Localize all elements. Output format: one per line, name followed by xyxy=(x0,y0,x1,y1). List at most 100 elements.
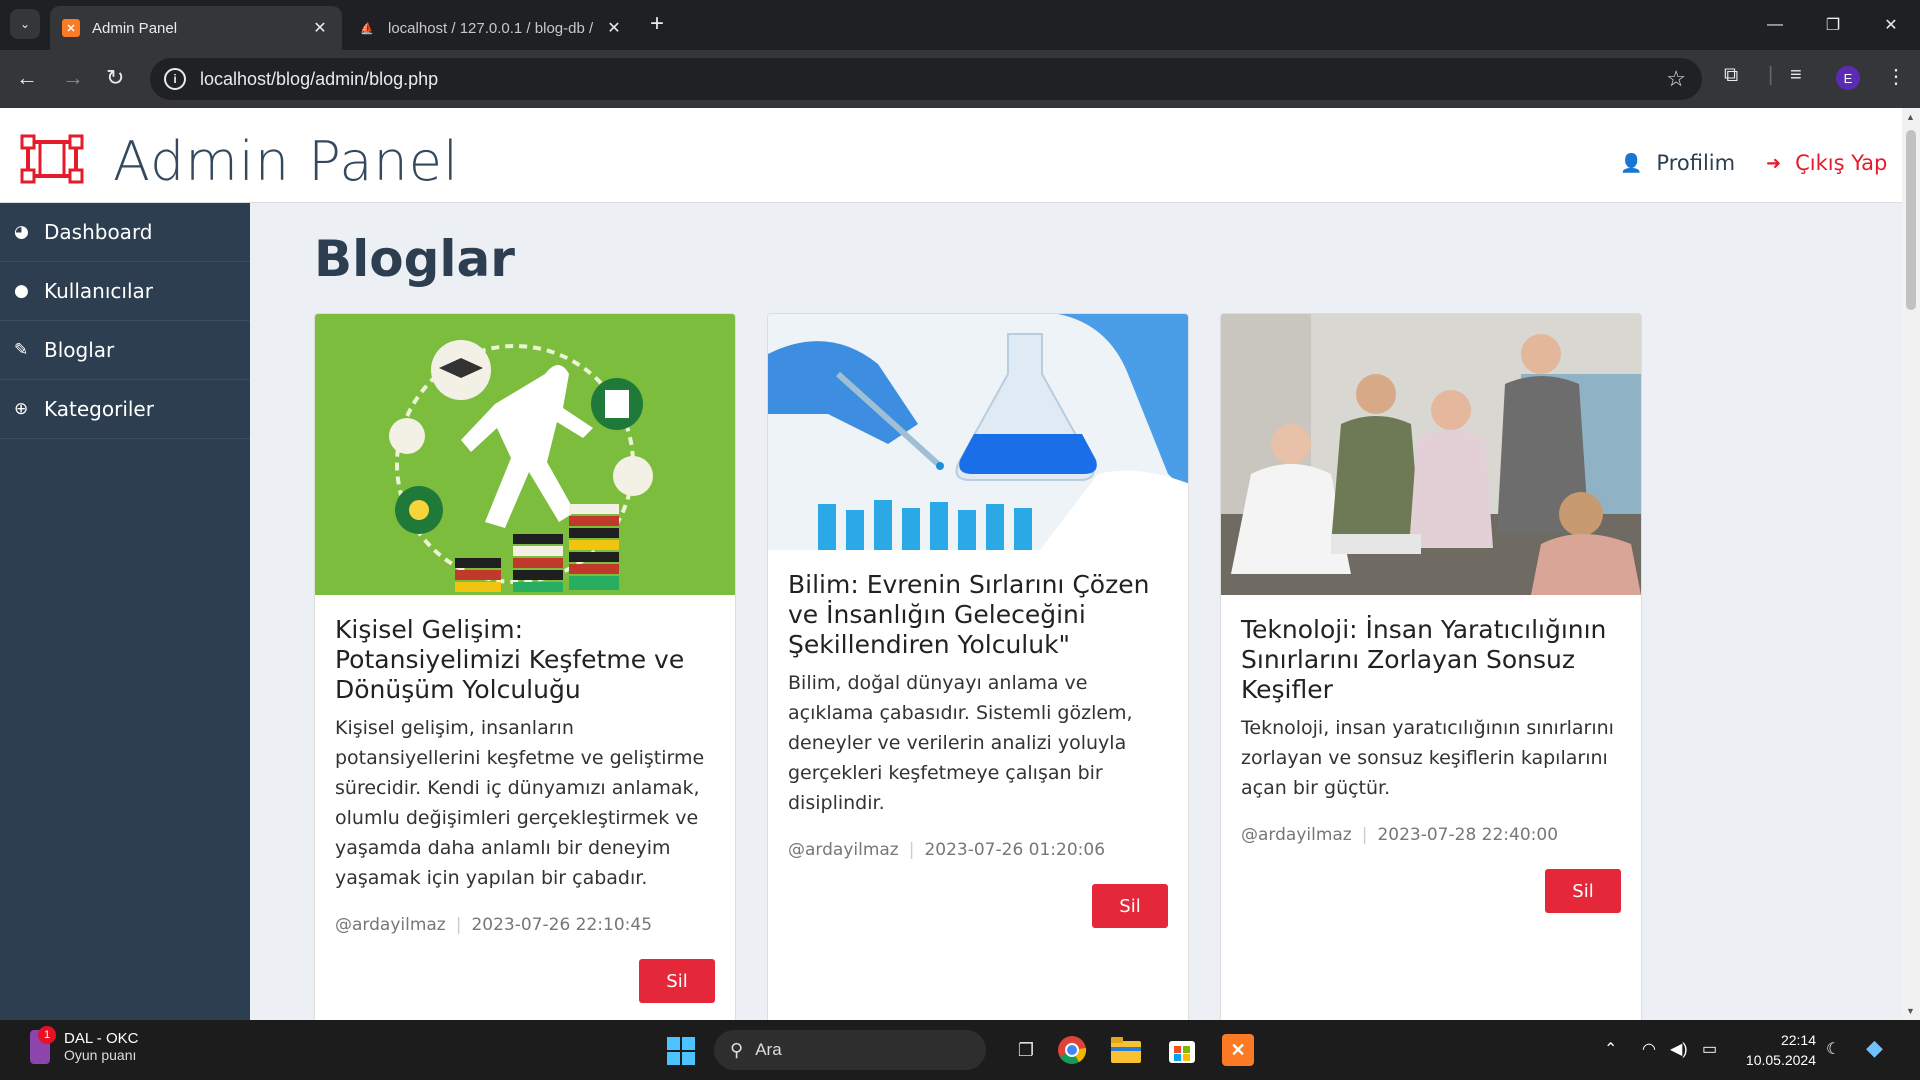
delete-button[interactable]: Sil xyxy=(639,959,715,1003)
plus-circle-icon: ⊕ xyxy=(14,399,29,419)
blog-image-science xyxy=(768,314,1188,550)
extensions-icon[interactable]: ⧉ xyxy=(1724,64,1738,87)
store-icon[interactable] xyxy=(1166,1034,1198,1066)
search-icon: ⚲ xyxy=(730,1039,744,1060)
page-scrollbar[interactable]: ▲ ▼ xyxy=(1902,108,1920,1020)
sidebar: ◕ Dashboard ● Kullanıcılar ✎ Bloglar ⊕ K… xyxy=(0,203,250,1020)
file-explorer-icon[interactable] xyxy=(1110,1034,1142,1066)
meta-separator: | xyxy=(455,915,462,935)
new-tab-button[interactable]: + xyxy=(650,12,664,36)
blog-author: @ardayilmaz xyxy=(1241,825,1352,845)
admin-logo-icon[interactable] xyxy=(20,134,84,184)
windows-start-icon[interactable] xyxy=(667,1037,695,1065)
xampp-favicon-icon: ✕ xyxy=(62,19,80,37)
close-window-icon[interactable]: ✕ xyxy=(1862,0,1920,50)
sidebar-item-users[interactable]: ● Kullanıcılar xyxy=(0,262,250,321)
blog-title: Bilim: Evrenin Sırlarını Çözen ve İnsanl… xyxy=(788,570,1150,659)
tab-title: localhost / 127.0.0.1 / blog-db / xyxy=(388,19,594,37)
blog-meta: @ardayilmaz | 2023-07-26 01:20:06 xyxy=(788,840,1168,860)
widget-subtitle: Oyun puanı xyxy=(64,1047,137,1063)
delete-button[interactable]: Sil xyxy=(1092,884,1168,928)
tab-admin-panel[interactable]: ✕ Admin Panel ✕ xyxy=(50,6,342,50)
profile-avatar[interactable]: E xyxy=(1836,66,1860,90)
user-icon: 👤 xyxy=(1620,152,1643,174)
taskbar-search-label: Ara xyxy=(755,1040,782,1059)
browser-menu-icon[interactable]: ⋮ xyxy=(1886,64,1906,89)
main-content: Bloglar Kişisel Gelişim: Potansiyelimizi… xyxy=(250,203,1902,1020)
blog-title: Kişisel Gelişim: Potansiyelimizi Keşfetm… xyxy=(335,615,685,704)
clock-time: 22:14 xyxy=(1780,1032,1816,1048)
tab-phpmyadmin[interactable]: ⛵ localhost / 127.0.0.1 / blog-db / ✕ xyxy=(346,6,636,50)
restore-icon[interactable]: ❐ xyxy=(1804,0,1862,50)
clock-date: 10.05.2024 xyxy=(1745,1052,1816,1068)
notification-badge: 1 xyxy=(38,1026,56,1044)
blog-date: 2023-07-26 22:10:45 xyxy=(471,915,653,935)
toolbar-divider: | xyxy=(1768,64,1774,86)
bookmark-star-icon[interactable]: ☆ xyxy=(1666,66,1686,92)
sidebar-item-dashboard[interactable]: ◕ Dashboard xyxy=(0,203,250,262)
chrome-icon[interactable] xyxy=(1056,1034,1088,1066)
site-info-icon[interactable]: i xyxy=(164,68,186,90)
blog-date: 2023-07-28 22:40:00 xyxy=(1377,825,1559,845)
close-tab-icon[interactable]: ✕ xyxy=(310,18,330,38)
scroll-up-icon[interactable]: ▲ xyxy=(1906,112,1915,122)
logout-link-label: Çıkış Yap xyxy=(1795,151,1888,175)
taskbar-search[interactable]: ⚲ Ara xyxy=(714,1030,986,1070)
task-view-icon[interactable]: ❐ xyxy=(1010,1034,1042,1066)
browser-toolbar: ← → ↻ i localhost/blog/admin/blog.php ☆ … xyxy=(0,50,1920,108)
blog-card: Bilim: Evrenin Sırlarını Çözen ve İnsanl… xyxy=(767,313,1189,1020)
sports-widget-icon: 1 xyxy=(30,1026,56,1064)
dashboard-icon: ◕ xyxy=(14,222,29,242)
widgets-button[interactable]: 1 DAL - OKC Oyun puanı xyxy=(30,1026,138,1064)
sidebar-item-label: Dashboard xyxy=(44,220,153,244)
os-taskbar: 1 DAL - OKC Oyun puanı ⚲ Ara ❐ ✕ ⌃ ◠ ◀) … xyxy=(0,1020,1920,1080)
blog-title: Teknoloji: İnsan Yaratıcılığının Sınırla… xyxy=(1241,615,1607,704)
tab-title: Admin Panel xyxy=(92,19,178,37)
pencil-icon: ✎ xyxy=(14,340,29,360)
media-control-icon[interactable]: ≡ xyxy=(1790,64,1802,87)
scrollbar-thumb[interactable] xyxy=(1906,130,1916,310)
address-bar[interactable]: i localhost/blog/admin/blog.php ☆ xyxy=(150,58,1702,100)
back-arrow-icon[interactable]: ← xyxy=(16,66,38,90)
blog-excerpt: Teknoloji, insan yaratıcılığının sınırla… xyxy=(1241,717,1614,799)
sign-out-icon: ➜ xyxy=(1766,152,1782,174)
page-title: Bloglar xyxy=(314,230,515,288)
copilot-icon[interactable]: ◆ xyxy=(1866,1035,1883,1061)
profile-link[interactable]: 👤 Profilim xyxy=(1620,151,1735,175)
blog-image-personal-growth xyxy=(315,314,735,595)
reload-icon[interactable]: ↻ xyxy=(106,66,124,90)
blog-author: @ardayilmaz xyxy=(788,840,899,860)
meta-separator: | xyxy=(908,840,915,860)
system-clock[interactable]: 22:14 10.05.2024 xyxy=(1740,1030,1816,1070)
blog-meta: @ardayilmaz | 2023-07-26 22:10:45 xyxy=(335,915,715,935)
url-text[interactable]: localhost/blog/admin/blog.php xyxy=(200,69,1666,90)
tab-search-button[interactable]: ⌄ xyxy=(10,9,40,39)
sidebar-item-blogs[interactable]: ✎ Bloglar xyxy=(0,321,250,380)
sidebar-item-label: Bloglar xyxy=(44,338,115,362)
sidebar-item-label: Kullanıcılar xyxy=(44,279,153,303)
tray-overflow-icon[interactable]: ⌃ xyxy=(1604,1039,1617,1059)
volume-icon[interactable]: ◀) xyxy=(1670,1039,1688,1059)
scroll-down-icon[interactable]: ▼ xyxy=(1906,1006,1915,1016)
profile-link-label: Profilim xyxy=(1656,151,1736,175)
blog-meta: @ardayilmaz | 2023-07-28 22:40:00 xyxy=(1241,825,1621,845)
logout-link[interactable]: ➜ Çıkış Yap xyxy=(1766,151,1887,175)
sidebar-item-categories[interactable]: ⊕ Kategoriler xyxy=(0,380,250,439)
admin-header: Admin Panel 👤 Profilim ➜ Çıkış Yap xyxy=(0,108,1902,203)
window-controls: — ❐ ✕ xyxy=(1746,0,1920,50)
xampp-icon[interactable]: ✕ xyxy=(1222,1034,1254,1066)
focus-assist-icon[interactable]: ☾ xyxy=(1826,1039,1840,1059)
brand-title[interactable]: Admin Panel xyxy=(113,130,459,193)
delete-button[interactable]: Sil xyxy=(1545,869,1621,913)
browser-tabstrip: ⌄ ✕ Admin Panel ✕ ⛵ localhost / 127.0.0.… xyxy=(0,0,1920,50)
wifi-icon[interactable]: ◠ xyxy=(1642,1039,1656,1059)
blog-excerpt: Bilim, doğal dünyayı anlama ve açıklama … xyxy=(788,672,1133,814)
battery-icon[interactable]: ▭ xyxy=(1702,1039,1717,1059)
blog-image-technology xyxy=(1221,314,1641,595)
minimize-icon[interactable]: — xyxy=(1746,0,1804,50)
forward-arrow-icon[interactable]: → xyxy=(62,66,84,90)
close-tab-icon[interactable]: ✕ xyxy=(604,18,624,38)
blog-card: Kişisel Gelişim: Potansiyelimizi Keşfetm… xyxy=(314,313,736,1020)
sidebar-item-label: Kategoriler xyxy=(44,397,154,421)
blog-author: @ardayilmaz xyxy=(335,915,446,935)
